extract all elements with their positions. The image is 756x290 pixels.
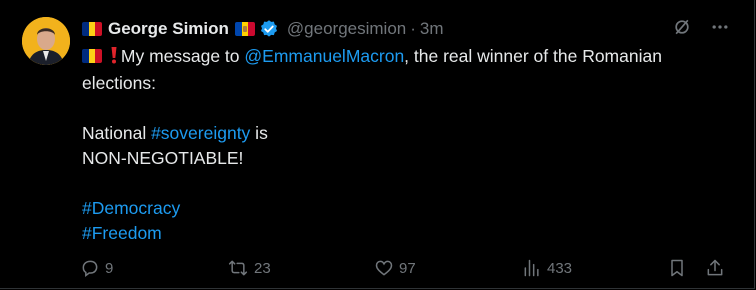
hashtag-freedom-link[interactable]: #Freedom (82, 221, 732, 246)
retweet-count: 23 (254, 259, 271, 277)
author-handle[interactable]: @georgesimion (287, 19, 406, 39)
reply-icon (82, 260, 98, 277)
verified-badge-icon (259, 19, 279, 39)
romania-flag-icon (82, 49, 102, 63)
retweet-button[interactable]: 23 (227, 258, 271, 278)
tweet-line-2: elections: (82, 73, 156, 93)
views-count: 433 (547, 259, 573, 277)
more-dots-icon[interactable] (710, 17, 730, 37)
share-button[interactable] (705, 258, 730, 278)
bookmark-button[interactable] (667, 258, 692, 278)
reply-count: 9 (105, 259, 114, 277)
reply-button[interactable]: 9 (80, 258, 113, 278)
tweet-actions: 9 23 97 433 (80, 258, 730, 282)
hashtag-democracy-link[interactable]: #Democracy (82, 196, 732, 221)
tweet-line-3: National #sovereignty is (82, 121, 732, 146)
like-count: 97 (399, 259, 416, 277)
tweet-header: George Simion @georgesimion · 3m (82, 17, 444, 41)
hashtag-sovereignty-link[interactable]: #sovereignty (151, 123, 250, 143)
author-name[interactable]: George Simion (108, 19, 229, 39)
mention-link[interactable]: @EmmanuelMacron (244, 46, 404, 66)
tweet-text-line3-prefix: National (82, 123, 152, 143)
views-icon (524, 259, 539, 277)
timestamp[interactable]: 3m (420, 19, 444, 39)
retweet-icon (228, 260, 248, 276)
moldova-flag-icon (234, 22, 255, 36)
tweet-text: My message to @EmmanuelMacron, the real … (82, 44, 732, 246)
like-button[interactable]: 97 (374, 258, 416, 278)
views-button[interactable]: 433 (522, 258, 572, 278)
avatar[interactable] (22, 17, 70, 65)
bookmark-icon (671, 259, 683, 277)
slash-circle-icon[interactable] (672, 17, 692, 37)
separator-dot: · (410, 19, 416, 38)
tweet-card[interactable]: George Simion @georgesimion · 3m My mess… (0, 0, 755, 289)
share-icon (707, 259, 723, 276)
tweet-line-1: My message to @EmmanuelMacron, the real … (82, 44, 732, 71)
tweet-text-line1-prefix: My message to (120, 46, 245, 66)
top-actions (672, 17, 730, 37)
tweet-text-line3-suffix: is (250, 123, 268, 143)
tweet-line-4: NON-NEGOTIABLE! (82, 148, 244, 168)
heart-icon (375, 260, 393, 276)
exclamation-icon (110, 46, 118, 71)
romania-flag-icon (82, 22, 102, 36)
tweet-text-line1-suffix: , the real winner of the Romanian (404, 46, 662, 66)
